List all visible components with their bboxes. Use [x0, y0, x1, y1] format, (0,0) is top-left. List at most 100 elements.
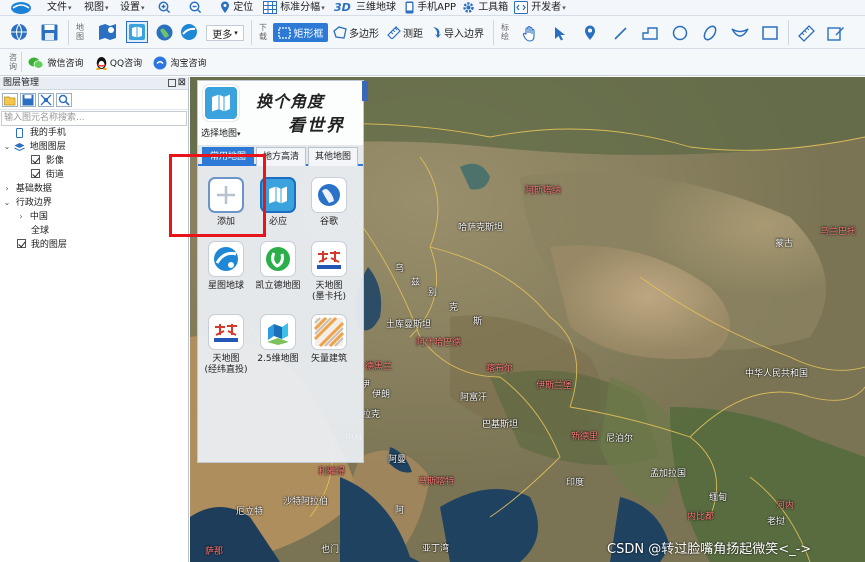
save-layer-icon[interactable]: [20, 93, 36, 107]
my-layers-checkbox[interactable]: [17, 239, 26, 248]
menu-locate[interactable]: 定位: [220, 0, 253, 16]
tianditu-mercator-option[interactable]: 天地图 (墨卡托): [304, 241, 354, 303]
menu-view[interactable]: 视图▾: [84, 0, 109, 16]
globe-settings-icon[interactable]: [8, 21, 30, 43]
tree-item-my-phone[interactable]: 我的手机: [16, 126, 66, 140]
float-panel-icon[interactable]: [168, 79, 176, 87]
draw-polyline-icon[interactable]: [638, 22, 662, 44]
chevron-right-icon[interactable]: ›: [3, 182, 11, 196]
map-label: 伊斯兰堡: [536, 381, 573, 391]
rectangle-select-button[interactable]: 矩形框: [273, 23, 328, 42]
select-map-dropdown[interactable]: 选择地图▾: [201, 126, 241, 139]
map-label: 哈萨克斯坦: [458, 223, 504, 233]
map-label: 阿曼: [388, 455, 407, 465]
careland-map-option[interactable]: 凯立德地图: [253, 241, 303, 292]
highlight-box: [169, 154, 266, 237]
pointer-arrow-icon[interactable]: [548, 22, 572, 44]
chevron-down-icon[interactable]: ⌄: [3, 196, 11, 210]
map-label: 印度: [566, 478, 585, 488]
tree-item-imagery[interactable]: 影像: [31, 154, 64, 168]
map-label: 孟加拉国: [650, 469, 687, 479]
layer-panel-header: 图层管理 ⊠: [0, 77, 188, 90]
vector-building-icon: [311, 314, 347, 350]
menu-developer[interactable]: 开发者▾: [514, 0, 566, 16]
menu-settings[interactable]: 设置▾: [120, 0, 145, 16]
tree-item-admin-boundary[interactable]: ⌄ 行政边界: [3, 196, 52, 210]
expand-all-icon[interactable]: [38, 93, 54, 107]
map-25d-option[interactable]: 2.5维地图: [253, 314, 303, 365]
gear-icon: [463, 1, 474, 13]
draw-line-icon[interactable]: [608, 22, 632, 44]
tianditu-latlon-option[interactable]: 天地图 (经纬直投): [201, 314, 251, 376]
tree-item-my-layers[interactable]: 我的图层: [17, 238, 67, 252]
map-label: 别: [428, 288, 438, 298]
edit-shape-icon[interactable]: [824, 22, 848, 44]
earth-map-icon[interactable]: [178, 21, 200, 43]
vector-building-option[interactable]: 矢量建筑: [304, 314, 354, 365]
google-map-option[interactable]: 谷歌: [304, 177, 354, 228]
google-map-icon[interactable]: [153, 21, 175, 43]
search-layer-icon[interactable]: [56, 93, 72, 107]
polygon-icon: [333, 26, 347, 39]
close-panel-icon[interactable]: ⊠: [178, 77, 186, 89]
more-maps-button[interactable]: 更多 ▾: [206, 25, 244, 41]
map-label: 德黑兰: [365, 362, 393, 372]
save-icon[interactable]: [38, 21, 60, 43]
place-marker-icon[interactable]: [578, 22, 602, 44]
menu-mobile-app[interactable]: 手机APP: [405, 0, 456, 16]
toolbar-group-mark-label: 标绘: [501, 23, 509, 41]
taobao-icon: [153, 56, 167, 69]
pan-hand-icon[interactable]: [518, 22, 542, 44]
tree-item-basic-data[interactable]: › 基础数据: [3, 182, 52, 196]
bing-map-icon[interactable]: [126, 21, 148, 43]
measure-button[interactable]: 测距: [385, 23, 425, 42]
3d-badge-icon: 3D: [334, 1, 351, 14]
menu-3d-earth[interactable]: 三维地球: [356, 0, 396, 16]
draw-rectangle-icon[interactable]: [758, 22, 782, 44]
draw-ellipse-icon[interactable]: [698, 22, 722, 44]
layer-tools: [0, 90, 188, 110]
map-label: 阿: [395, 506, 405, 516]
tree-item-global[interactable]: 全球: [31, 224, 49, 238]
zoom-out-icon[interactable]: [189, 1, 202, 17]
map-label: 克: [449, 303, 459, 313]
grid-icon: [263, 0, 277, 14]
menu-grid[interactable]: 标准分幅▾: [263, 0, 325, 16]
map-source-icon[interactable]: [94, 22, 120, 42]
code-icon: [514, 0, 528, 14]
chevron-down-icon[interactable]: ⌄: [3, 140, 11, 154]
tree-item-china[interactable]: › 中国: [17, 210, 48, 224]
slogan-line1: 换个角度: [256, 92, 325, 111]
map-label: 土库曼斯坦: [386, 320, 432, 330]
qq-consult-button[interactable]: QQ咨询: [91, 54, 146, 71]
polygon-select-button[interactable]: 多边形: [332, 23, 380, 42]
menu-toolbox[interactable]: 工具箱: [462, 0, 508, 16]
map-label: 缅甸: [709, 493, 728, 503]
star-earth-icon: [208, 241, 244, 277]
tab-other-maps[interactable]: 其他地图: [308, 147, 358, 166]
toolbar-group-download-label: 下载: [259, 23, 267, 41]
draw-arc-icon[interactable]: [728, 22, 752, 44]
layer-search-input[interactable]: 输入图元名称搜索...: [1, 111, 187, 126]
chevron-right-icon[interactable]: ›: [17, 210, 25, 224]
ruler-tool-icon[interactable]: [794, 22, 818, 44]
tree-item-map-layers[interactable]: ⌄ 地图图层: [3, 140, 66, 154]
wechat-consult-button[interactable]: 微信咨询: [26, 54, 86, 71]
bing-map-icon: [203, 85, 239, 121]
draw-circle-icon[interactable]: [668, 22, 692, 44]
open-folder-icon[interactable]: [2, 93, 18, 107]
menu-bar: 文件▾ 视图▾ 设置▾ 定位 标准分幅▾ 3D 三维地球 手机APP 工具箱 开…: [0, 0, 865, 16]
tree-item-streets[interactable]: 街道: [31, 168, 64, 182]
taobao-consult-button[interactable]: 淘宝咨询: [150, 54, 210, 71]
map-label: 阿斯塔纳: [525, 186, 562, 196]
import-boundary-button[interactable]: 导入边界: [430, 23, 485, 42]
menu-file[interactable]: 文件▾: [47, 0, 72, 16]
map-label: 伊朗: [372, 390, 391, 400]
star-earth-option[interactable]: 星图地球: [201, 241, 251, 292]
streets-checkbox[interactable]: [31, 169, 40, 178]
tianditu-logo-icon: [311, 241, 347, 277]
zoom-in-icon[interactable]: [158, 1, 171, 17]
map-picker-header: 选择地图▾ 换个角度 看世界: [198, 81, 368, 145]
imagery-checkbox[interactable]: [31, 155, 40, 164]
wechat-icon: [28, 57, 44, 69]
